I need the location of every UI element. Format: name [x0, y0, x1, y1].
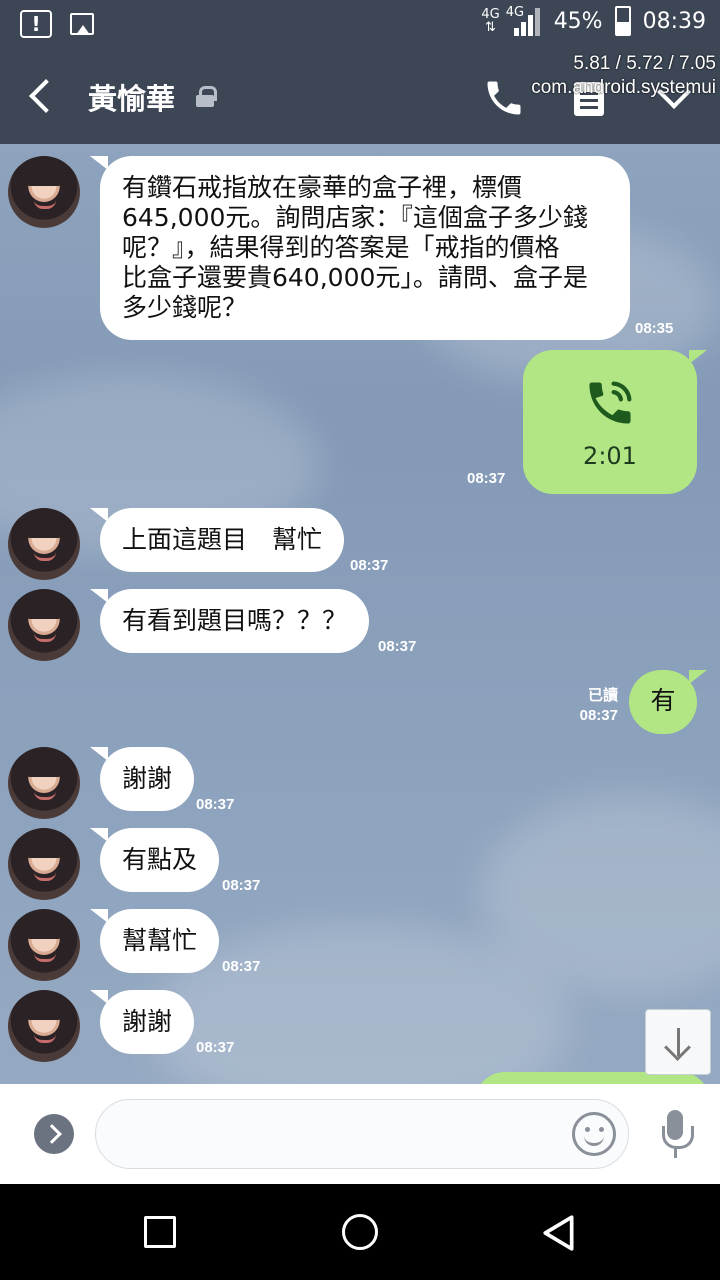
alert-icon: ! [20, 10, 52, 38]
avatar[interactable] [8, 909, 80, 981]
message-time: 08:37 [196, 796, 235, 813]
back-nav-button[interactable] [540, 1214, 578, 1252]
avatar[interactable] [8, 156, 80, 228]
avatar[interactable] [8, 747, 80, 819]
message-bubble[interactable]: 謝謝 [89, 747, 195, 811]
input-bar [0, 1084, 720, 1184]
message-time: 08:35 [635, 320, 674, 337]
avatar[interactable] [8, 990, 80, 1062]
call-duration: 2:01 [583, 442, 637, 470]
message-bubble[interactable]: 上面這題目 幫忙 [89, 508, 345, 572]
recents-button[interactable] [144, 1216, 176, 1248]
avatar[interactable] [8, 508, 80, 580]
clock: 08:39 [642, 8, 706, 34]
call-bubble[interactable]: 2:01 [523, 350, 707, 494]
message-time: 08:37 [467, 470, 506, 487]
message-bubble[interactable]: 謝謝 [89, 990, 195, 1054]
message-bubble[interactable]: 有點及 [89, 828, 220, 892]
read-receipt: 已讀 08:37 [560, 686, 618, 726]
debug-overlay: 5.81 / 5.72 / 7.05 com.android.systemui [531, 52, 716, 100]
read-label: 已讀 [587, 687, 618, 704]
home-button[interactable] [342, 1214, 378, 1250]
phone-icon[interactable] [482, 76, 526, 120]
back-icon[interactable] [26, 78, 56, 114]
contact-name[interactable]: 黃愉華 [88, 76, 175, 118]
expand-menu-button[interactable] [34, 1114, 74, 1154]
status-bar: ! 4G ⇅ 4G 45% 08:39 [0, 0, 720, 48]
emoji-icon[interactable] [572, 1112, 616, 1156]
battery-percent: 45% [553, 8, 603, 34]
message-time: 08:37 [222, 877, 261, 894]
lock-icon [196, 86, 217, 107]
message-time: 08:37 [196, 1039, 235, 1056]
chat-area[interactable]: 有鑽石戒指放在豪華的盒子裡，標價 645,000元。詢問店家：『這個盒子多少錢 … [0, 144, 720, 1084]
process-name: com.android.systemui [531, 77, 716, 98]
avatar[interactable] [8, 828, 80, 900]
signal-icon: 4G [506, 6, 542, 36]
battery-icon [614, 6, 631, 36]
data-arrows-icon: ⇅ [485, 20, 496, 35]
call-icon [589, 381, 632, 424]
message-time: 08:37 [378, 638, 417, 655]
network-indicator: 4G ⇅ [481, 8, 499, 34]
message-time: 08:37 [222, 958, 261, 975]
message-bubble[interactable]: 幫幫忙 [89, 909, 220, 973]
message-time: 08:37 [579, 707, 618, 724]
scroll-to-bottom-button[interactable] [645, 1009, 711, 1075]
message-bubble[interactable]: 有看到題目嗎？？？ [89, 589, 370, 653]
cpu-load: 5.81 / 5.72 / 7.05 [573, 53, 716, 74]
message-bubble[interactable]: 有鑽石戒指放在豪華的盒子裡，標價 645,000元。詢問店家：『這個盒子多少錢 … [90, 156, 630, 340]
message-time: 08:37 [350, 557, 389, 574]
message-input[interactable] [95, 1099, 629, 1169]
avatar[interactable] [8, 589, 80, 661]
navigation-bar [0, 1184, 720, 1280]
image-icon [70, 13, 94, 35]
message-bubble[interactable]: 有 [629, 670, 707, 734]
